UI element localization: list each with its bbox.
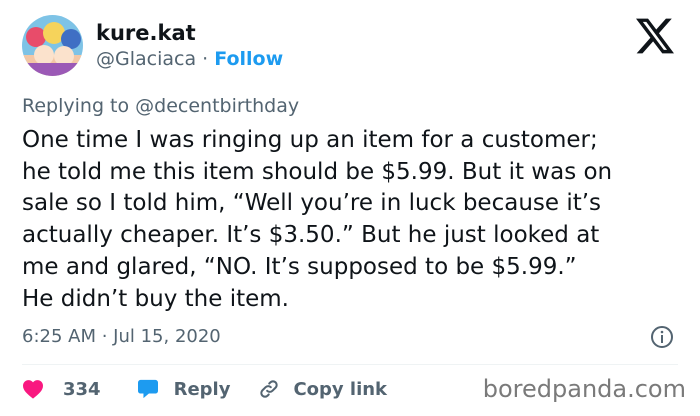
replying-to[interactable]: Replying to @decentbirthday: [22, 94, 299, 118]
tweet-text-line: sale so I told him, “Well you’re in luck…: [22, 190, 602, 217]
link-icon: [260, 380, 279, 398]
speech-bubble-icon: [137, 379, 158, 399]
tweet-text-line: he told me this item should be $5.99. Bu…: [22, 158, 613, 185]
tweet-text: One time I was ringing up an item for a …: [22, 125, 692, 315]
tweet-text-line: He didn’t buy the item.: [22, 285, 289, 312]
like-button[interactable]: 334: [22, 379, 101, 400]
display-name[interactable]: kure.kat: [96, 20, 196, 46]
avatar-image: [22, 15, 83, 76]
watermark: boredpanda.com: [482, 375, 686, 403]
tweet-text-line: One time I was ringing up an item for a …: [22, 127, 598, 153]
tweet-text-line: actually cheaper. It’s $3.50.” But he ju…: [22, 222, 600, 249]
follow-button[interactable]: Follow: [214, 48, 283, 70]
reply-button[interactable]: Reply: [137, 378, 231, 400]
user-handle[interactable]: @Glaciaca: [96, 48, 196, 70]
info-icon[interactable]: [650, 325, 674, 349]
reply-label: Reply: [173, 378, 231, 400]
copy-link-button[interactable]: Copy link: [258, 378, 387, 400]
action-bar: 334 Reply Copy link: [22, 374, 387, 404]
handle-row: @Glaciaca · Follow: [96, 47, 283, 71]
copy-link-label: Copy link: [293, 378, 388, 400]
divider: [22, 364, 678, 365]
x-logo-icon[interactable]: [636, 18, 674, 54]
tweet-text-line: me and glared, “NO. It’s supposed to be …: [22, 253, 577, 280]
avatar[interactable]: [22, 15, 83, 76]
timestamp[interactable]: 6:25 AM · Jul 15, 2020: [22, 325, 221, 349]
handle-separator: ·: [202, 48, 209, 70]
like-count: 334: [63, 378, 101, 400]
heart-icon: [23, 380, 43, 399]
tweet-card: kure.kat @Glaciaca · Follow Replying to …: [0, 0, 700, 416]
